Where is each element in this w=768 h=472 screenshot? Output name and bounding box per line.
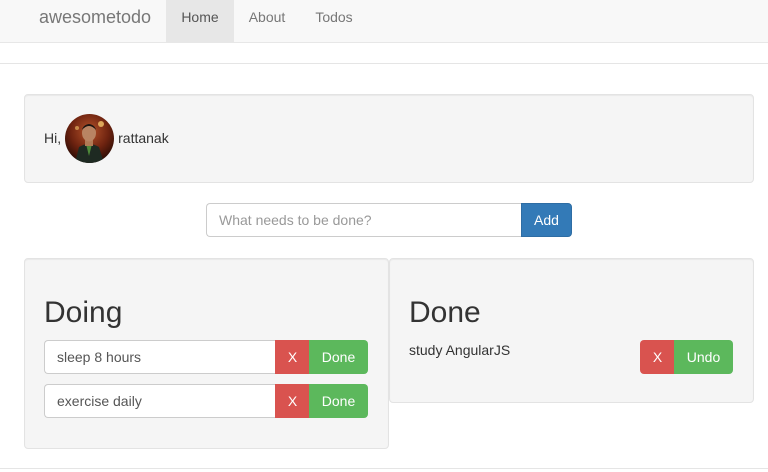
nav-todos[interactable]: Todos [300, 0, 368, 43]
done-button[interactable]: Done [309, 384, 368, 418]
done-button[interactable]: Done [309, 340, 368, 374]
doing-item-text[interactable]: exercise daily [44, 384, 276, 418]
done-title: Done [409, 296, 481, 329]
doing-title: Doing [44, 296, 123, 329]
remove-button[interactable]: X [275, 340, 310, 374]
done-item-text: study AngularJS [409, 342, 511, 358]
brand-link[interactable]: awesometodo [39, 0, 151, 43]
greeting-username: rattanak [118, 130, 169, 146]
greeting-prefix: Hi, [44, 130, 62, 146]
add-button[interactable]: Add [521, 203, 572, 237]
undo-button[interactable]: Undo [674, 340, 733, 374]
nav-home[interactable]: Home [166, 0, 234, 43]
doing-item-text[interactable]: sleep 8 hours [44, 340, 276, 374]
new-todo-input[interactable] [206, 203, 522, 237]
avatar-photo [65, 113, 115, 163]
greeting: Hi, rattanak [44, 113, 169, 163]
remove-button[interactable]: X [275, 384, 310, 418]
remove-button[interactable]: X [640, 340, 675, 374]
page-divider [0, 63, 768, 64]
footer-divider [0, 468, 768, 469]
done-panel [389, 258, 754, 403]
avatar [65, 113, 115, 163]
navbar: awesometodo Home About Todos [0, 0, 768, 43]
nav-about[interactable]: About [234, 0, 300, 43]
